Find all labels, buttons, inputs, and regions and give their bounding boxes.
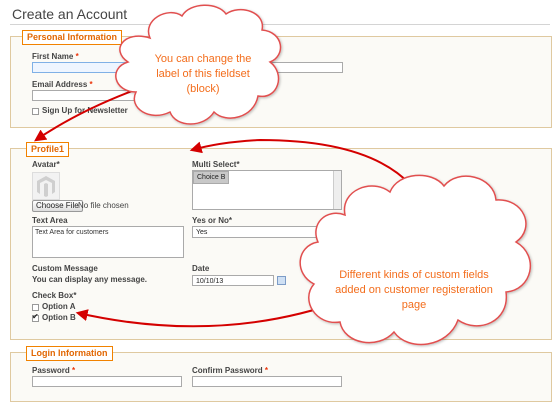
cloud1-text: You can change the label of this fieldse… xyxy=(154,53,252,95)
cloud2-text: Different kinds of custom fields added o… xyxy=(335,269,493,311)
annotation-overlay xyxy=(34,4,532,346)
cloud2-shape xyxy=(299,174,532,346)
cloud1-arrow xyxy=(34,87,141,142)
cloud2-arrow-bottom xyxy=(75,299,346,328)
